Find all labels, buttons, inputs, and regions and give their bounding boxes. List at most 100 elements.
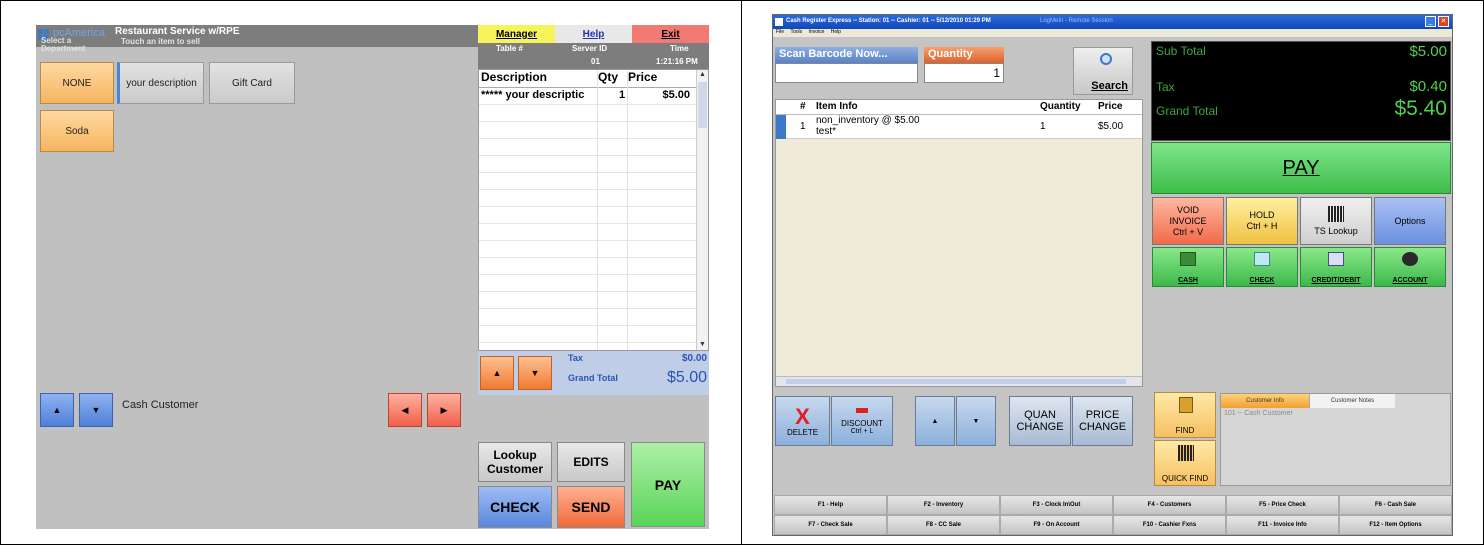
grid-horizontal-scrollbar[interactable] [776, 376, 1142, 386]
quick-find-button[interactable]: QUICK FIND [1154, 440, 1216, 486]
page-right-button[interactable]: ▶ [427, 393, 461, 427]
void-invoice-button[interactable]: VOID INVOICE Ctrl + V [1152, 197, 1224, 245]
close-icon[interactable]: ✕ [1438, 16, 1449, 27]
void-line1: VOID [1176, 204, 1199, 215]
fkey-f6[interactable]: F6 - Cash Sale [1339, 495, 1452, 515]
row-down-button[interactable]: ▼ [956, 396, 996, 446]
touch-item-hint: Touch an item to sell [121, 37, 200, 46]
select-department-hint: Select a Department [41, 36, 86, 53]
grid-row-quantity: 1 [1040, 121, 1046, 132]
menu-file[interactable]: File [776, 29, 784, 35]
ticket-row-description: ***** your descriptic [481, 89, 585, 101]
grand-total-value: $5.00 [666, 369, 707, 386]
lookup-customer-button[interactable]: Lookup Customer [478, 442, 552, 482]
fkey-f7[interactable]: F7 - Check Sale [774, 515, 887, 535]
menu-tools[interactable]: Tools [790, 29, 802, 35]
edits-button[interactable]: EDITS [557, 442, 625, 482]
delete-button[interactable]: X DELETE [775, 396, 830, 446]
fkey-f12[interactable]: F12 - Item Options [1339, 515, 1452, 535]
col-number: # [800, 101, 806, 112]
fkey-f5[interactable]: F5 - Price Check [1226, 495, 1339, 515]
fkey-f11[interactable]: F11 - Invoice Info [1226, 515, 1339, 535]
exit-button[interactable]: Exit [632, 25, 709, 43]
item-your-description-button[interactable]: your description [117, 62, 204, 104]
sub-total-value: $5.00 [1409, 43, 1447, 60]
find-customer-button[interactable]: FIND [1154, 392, 1216, 438]
menu-invoice[interactable]: Invoice [809, 29, 825, 35]
fkey-f4[interactable]: F4 - Customers [1113, 495, 1226, 515]
search-button[interactable]: Search [1073, 47, 1133, 95]
page-left-button[interactable]: ◀ [388, 393, 422, 427]
col-quantity: Quantity [1040, 101, 1081, 112]
quan-line1: QUAN [1024, 409, 1056, 421]
quantity-change-button[interactable]: QUAN CHANGE [1009, 396, 1071, 446]
department-none-button[interactable]: NONE [40, 62, 114, 104]
quantity-input[interactable]: 1 [924, 63, 1004, 83]
order-ticket[interactable]: Description Qty Price ***** your descrip… [478, 69, 709, 351]
help-button[interactable]: Help [555, 25, 632, 43]
sub-total-label: Sub Total [1156, 44, 1206, 58]
hold-button[interactable]: HOLD Ctrl + H [1226, 197, 1298, 245]
ticket-row-qty: 1 [619, 89, 626, 101]
invoice-grid[interactable]: # Item Info Quantity Price 1 non_invento… [775, 99, 1143, 387]
ticket-header: Description Qty Price [479, 70, 708, 88]
grid-row[interactable]: 1 non_inventory @ $5.00 test* 1 $5.00 [776, 115, 1142, 139]
scroll-up-icon[interactable]: ▲ [698, 70, 707, 80]
customer-up-button[interactable]: ▲ [40, 393, 74, 427]
fkey-f10[interactable]: F10 - Cashier Fxns [1113, 515, 1226, 535]
grand-total-value: $5.40 [1394, 97, 1447, 120]
pay-button[interactable]: PAY [1151, 142, 1451, 194]
grid-row-price: $5.00 [1098, 121, 1124, 132]
row-pointer-icon [776, 115, 786, 139]
account-button[interactable]: ACCOUNT [1374, 247, 1446, 287]
check-button[interactable]: CHECK [478, 486, 552, 528]
minus-icon [856, 407, 868, 413]
grid-row-info-line2: test* [816, 126, 837, 137]
tab-customer-info[interactable]: Customer Info [1221, 394, 1309, 408]
send-button[interactable]: SEND [557, 486, 625, 528]
pay-button[interactable]: PAY [631, 442, 705, 527]
ticket-info-header: Table # Server ID 01 Time 1:21:16 PM [478, 43, 709, 69]
check-button[interactable]: CHECK [1226, 247, 1298, 287]
scan-barcode-input[interactable] [775, 63, 918, 83]
ticket-row-price: $5.00 [662, 89, 690, 101]
credit-debit-button[interactable]: CREDIT/DEBIT [1300, 247, 1372, 287]
account-icon [1402, 252, 1418, 266]
ticket-scrollbar[interactable]: ▲ ▼ [696, 70, 708, 350]
customer-name: Cash Customer [122, 399, 199, 411]
ticket-up-button[interactable]: ▲ [480, 356, 514, 390]
fkey-f3[interactable]: F3 - Clock In\Out [1000, 495, 1113, 515]
arrow-left-icon: ◀ [401, 404, 409, 415]
time-label: Time [670, 44, 689, 53]
fkey-f2[interactable]: F2 - Inventory [887, 495, 1000, 515]
ts-lookup-button[interactable]: TS Lookup [1300, 197, 1372, 245]
cash-button[interactable]: CASH [1152, 247, 1224, 287]
fkey-f8[interactable]: F8 - CC Sale [887, 515, 1000, 535]
col-qty: Qty [598, 70, 619, 84]
menu-help[interactable]: Help [831, 29, 841, 35]
fkey-f9[interactable]: F9 - On Account [1000, 515, 1113, 535]
col-item-info: Item Info [816, 101, 858, 112]
tax-value: $0.00 [681, 353, 707, 364]
tab-customer-notes[interactable]: Customer Notes [1309, 394, 1395, 408]
department-soda-button[interactable]: Soda [40, 110, 114, 152]
ticket-row[interactable]: ***** your descriptic 1 $5.00 [479, 88, 708, 105]
customer-down-button[interactable]: ▼ [79, 393, 113, 427]
col-description: Description [481, 70, 548, 84]
ticket-down-button[interactable]: ▼ [518, 356, 552, 390]
credit-card-icon [1328, 252, 1344, 266]
summary-panel: Sub Total $5.00 Tax $0.40 Grand Total $5… [1151, 41, 1451, 141]
minimize-icon[interactable]: _ [1425, 16, 1436, 27]
item-gift-card-button[interactable]: Gift Card [209, 62, 295, 104]
price-change-button[interactable]: PRICE CHANGE [1072, 396, 1133, 446]
manager-button[interactable]: Manager [478, 25, 555, 43]
hold-line2: Ctrl + H [1246, 221, 1278, 231]
scroll-down-icon[interactable]: ▼ [698, 340, 707, 350]
discount-button[interactable]: DISCOUNT Ctrl + L [831, 396, 893, 446]
arrow-down-icon: ▼ [91, 405, 101, 415]
quick-find-label: QUICK FIND [1161, 474, 1209, 483]
arrow-down-icon: ▼ [530, 368, 540, 378]
fkey-f1[interactable]: F1 - Help [774, 495, 887, 515]
row-up-button[interactable]: ▲ [915, 396, 955, 446]
options-button[interactable]: Options [1374, 197, 1446, 245]
